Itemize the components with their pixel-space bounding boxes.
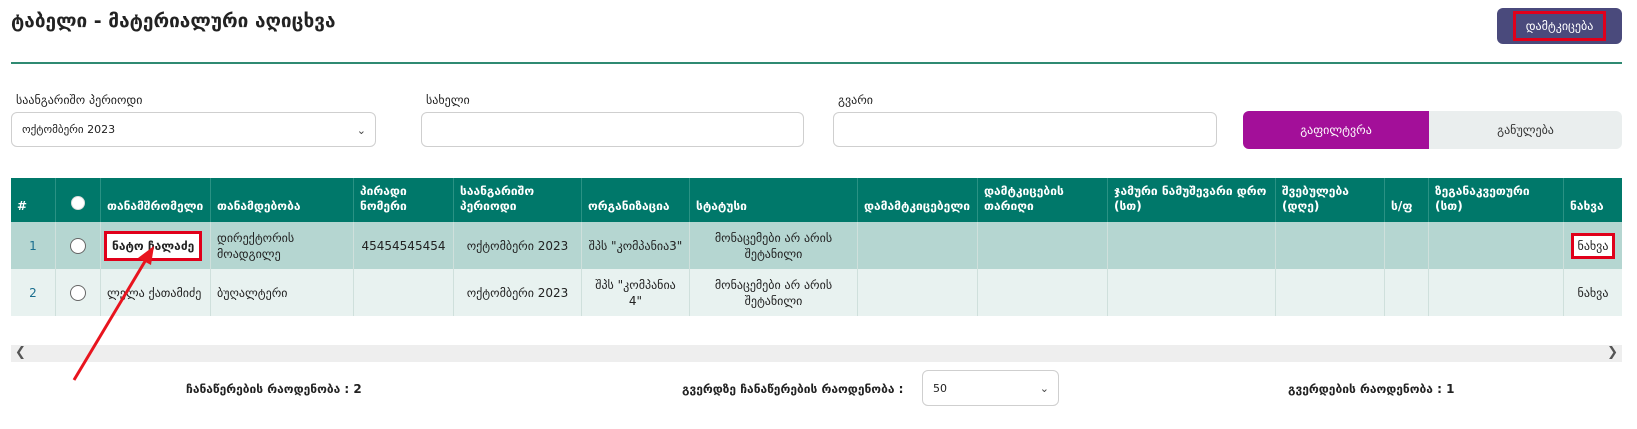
employee-cell: ნატო ჩალაძე <box>101 222 211 269</box>
approve-button-label: დამტკიცება <box>1512 11 1607 41</box>
col-header-period: საანგარიშო პერიოდი <box>454 178 582 222</box>
chevron-down-icon: ⌄ <box>1039 382 1049 395</box>
status-cell: მონაცემები არ არის შეტანილი <box>690 269 858 316</box>
per-page-select[interactable]: 50 ⌄ <box>922 370 1059 406</box>
col-header-approver: დამამტკიცებელი <box>858 178 978 222</box>
col-header-employee: თანამშრომელი <box>101 178 211 222</box>
row-select-cell[interactable] <box>56 269 101 316</box>
col-header-overtime: ზეგანაკვეთური (სთ) <box>1429 178 1564 222</box>
org-cell: შპს "კომპანია3" <box>582 222 690 269</box>
horizontal-scrollbar[interactable]: ❮ ❯ <box>11 345 1622 362</box>
filter-button[interactable]: გაფილტვრა <box>1243 111 1429 149</box>
approve-date-cell <box>978 269 1108 316</box>
approver-cell <box>858 269 978 316</box>
period-label: საანგარიშო პერიოდი <box>16 93 143 107</box>
col-header-org: ორგანიზაცია <box>582 178 690 222</box>
sick-cell <box>1385 269 1429 316</box>
pages-count: გვერდების რაოდენობა : 1 <box>1288 382 1455 396</box>
overtime-cell <box>1429 269 1564 316</box>
col-header-vacation: შვებულება (დღე) <box>1276 178 1385 222</box>
col-header-select[interactable] <box>56 178 101 222</box>
period-cell: ოქტომბერი 2023 <box>454 269 582 316</box>
name-input[interactable] <box>421 112 804 147</box>
col-header-num: # <box>11 178 56 222</box>
approve-date-cell <box>978 222 1108 269</box>
view-link-highlighted[interactable]: ნახვა <box>1570 232 1616 259</box>
row-select-cell[interactable] <box>56 222 101 269</box>
name-label: სახელი <box>426 93 470 107</box>
status-cell: მონაცემები არ არის შეტანილი <box>690 222 858 269</box>
header-divider <box>11 62 1622 64</box>
records-count: ჩანაწერების რაოდენობა : 2 <box>186 382 362 396</box>
position-cell: დირექტორის მოადგილე <box>211 222 354 269</box>
chevron-right-icon[interactable]: ❯ <box>1607 345 1618 360</box>
total-hours-cell <box>1108 222 1276 269</box>
col-header-view: ნახვა <box>1564 178 1622 222</box>
page-title: ტაბელი - მატერიალური აღიცხვა <box>11 10 336 32</box>
chevron-down-icon: ⌄ <box>356 124 366 137</box>
approve-button[interactable]: დამტკიცება <box>1497 8 1622 44</box>
col-header-status: სტატუსი <box>690 178 858 222</box>
records-table: # თანამშრომელი თანამდებობა პირადი ნომერი… <box>11 178 1622 316</box>
per-page-value: 50 <box>933 381 947 395</box>
period-select[interactable]: ოქტომბერი 2023 ⌄ <box>11 112 376 147</box>
vacation-cell <box>1276 269 1385 316</box>
view-cell: ნახვა <box>1564 222 1622 269</box>
per-page-label: გვერდზე ჩანაწერების რაოდენობა : <box>682 382 904 396</box>
surname-label: გვარი <box>838 93 873 107</box>
col-header-personal-id: პირადი ნომერი <box>354 178 454 222</box>
col-header-sick: ს/ფ <box>1385 178 1429 222</box>
total-hours-cell <box>1108 269 1276 316</box>
employee-cell: ლელა ქათამიძე <box>101 269 211 316</box>
sick-cell <box>1385 222 1429 269</box>
select-all-radio[interactable] <box>71 196 85 210</box>
surname-input[interactable] <box>833 112 1217 147</box>
period-select-value: ოქტომბერი 2023 <box>22 123 116 136</box>
col-header-approve-date: დამტკიცების თარიღი <box>978 178 1108 222</box>
personal-id-cell <box>354 269 454 316</box>
reset-button[interactable]: განულება <box>1429 111 1622 149</box>
col-header-total-hours: ჯამური ნამუშევარი დრო (სთ) <box>1108 178 1276 222</box>
position-cell: ბუღალტერი <box>211 269 354 316</box>
personal-id-cell: 45454545454 <box>354 222 454 269</box>
chevron-left-icon[interactable]: ❮ <box>15 345 26 360</box>
view-link[interactable]: ნახვა <box>1564 269 1622 316</box>
vacation-cell <box>1276 222 1385 269</box>
table-row-num: 2 <box>11 269 56 316</box>
table-row-num: 1 <box>11 222 56 269</box>
org-cell: შპს "კომპანია 4" <box>582 269 690 316</box>
overtime-cell <box>1429 222 1564 269</box>
approver-cell <box>858 222 978 269</box>
col-header-position: თანამდებობა <box>211 178 354 222</box>
row-select-radio[interactable] <box>70 237 86 254</box>
page: ტაბელი - მატერიალური აღიცხვა დამტკიცება … <box>0 0 1637 429</box>
period-cell: ოქტომბერი 2023 <box>454 222 582 269</box>
employee-name-highlighted[interactable]: ნატო ჩალაძე <box>104 230 203 261</box>
row-select-radio[interactable] <box>70 284 86 301</box>
